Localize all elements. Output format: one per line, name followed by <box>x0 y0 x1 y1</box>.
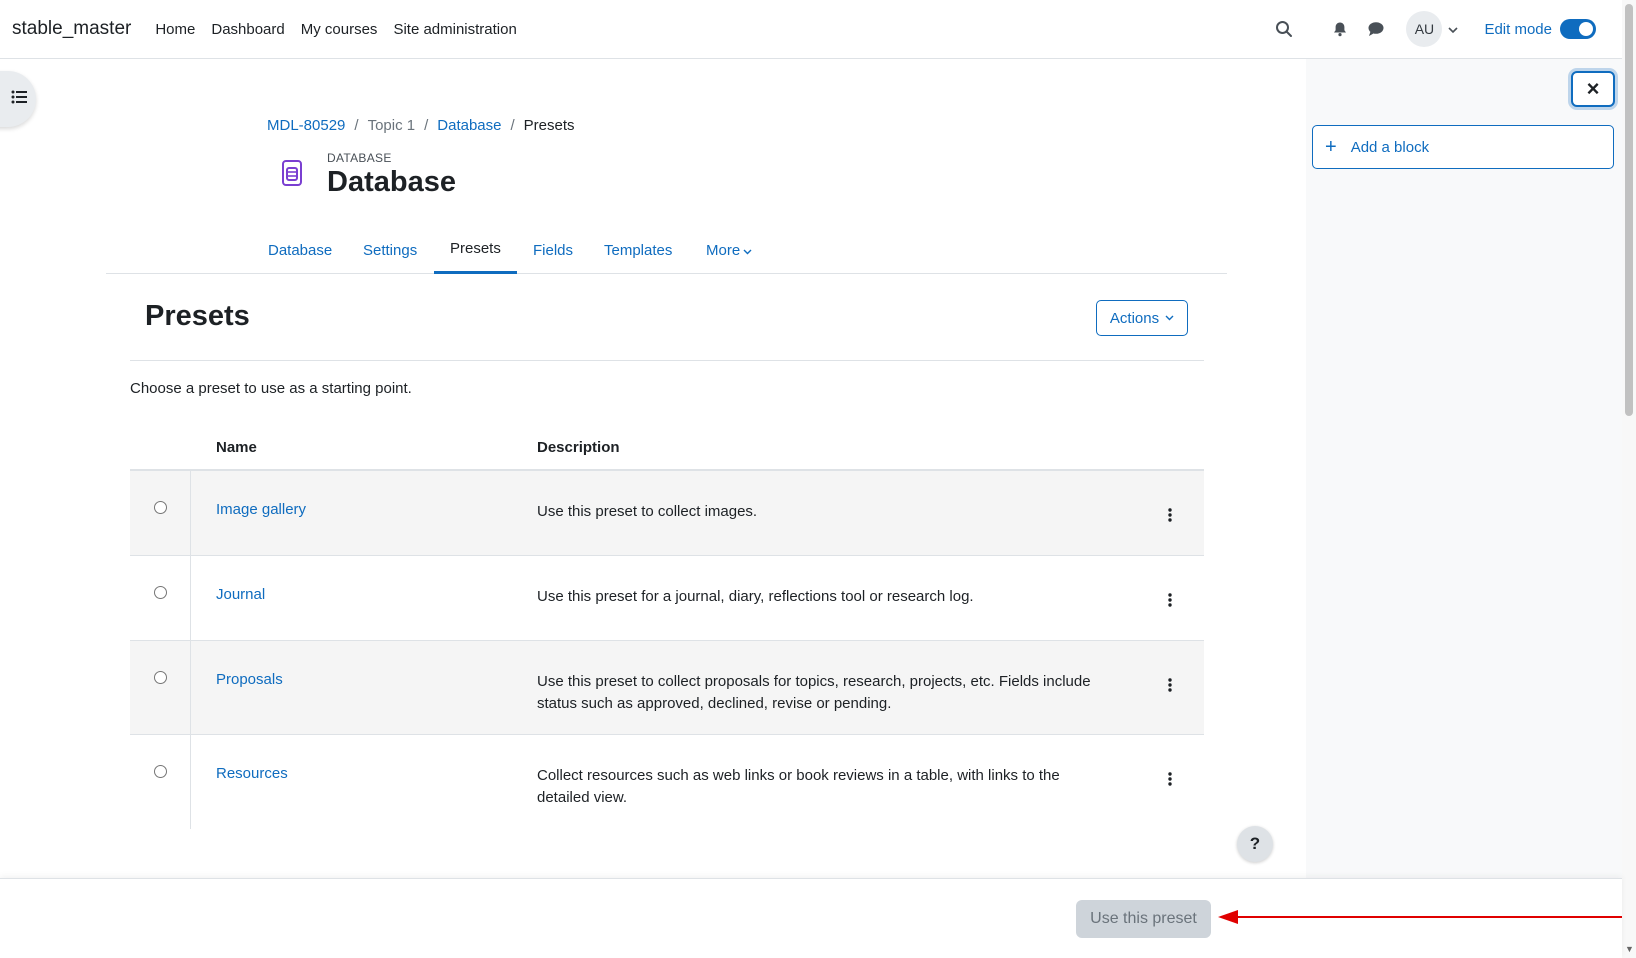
preset-description: Use this preset to collect images. <box>537 503 758 520</box>
tab-settings[interactable]: Settings <box>347 226 433 274</box>
kebab-icon[interactable] <box>1158 673 1182 697</box>
intro-text: Choose a preset to use as a starting poi… <box>130 380 412 397</box>
scroll-down-arrow-icon[interactable]: ▼ <box>1625 944 1634 954</box>
column-header-name: Name <box>216 439 257 456</box>
preset-radio[interactable] <box>154 586 167 599</box>
breadcrumb: MDL-80529 / Topic 1 / Database / Presets <box>267 117 575 134</box>
breadcrumb-section: Topic 1 <box>367 117 416 134</box>
table-row: Proposals Use this preset to collect pro… <box>130 641 1204 735</box>
preset-radio[interactable] <box>154 765 167 778</box>
tab-templates[interactable]: Templates <box>588 226 688 274</box>
table-row: Image gallery Use this preset to collect… <box>130 471 1204 556</box>
site-brand[interactable]: stable_master <box>12 18 131 40</box>
breadcrumb-separator: / <box>424 117 429 134</box>
breadcrumb-course[interactable]: MDL-80529 <box>267 117 345 134</box>
annotation-arrow-icon <box>1218 910 1622 924</box>
scrollbar-thumb[interactable] <box>1625 4 1633 416</box>
page-scrollbar[interactable]: ▼ <box>1622 0 1636 958</box>
close-block-drawer-button[interactable]: × <box>1571 71 1615 107</box>
tab-more-label: More <box>706 241 741 259</box>
radio-cell <box>130 471 191 555</box>
tab-more[interactable]: More <box>690 226 768 274</box>
top-navbar: stable_master Home Dashboard My courses … <box>0 0 1622 59</box>
breadcrumb-current: Presets <box>523 117 575 134</box>
preset-description: Use this preset to collect proposals for… <box>537 673 1091 712</box>
nav-item-dashboard[interactable]: Dashboard <box>211 21 284 38</box>
chevron-down-icon[interactable] <box>1448 21 1459 38</box>
preset-radio[interactable] <box>154 671 167 684</box>
kebab-icon[interactable] <box>1158 588 1182 612</box>
actions-label: Actions <box>1109 309 1160 327</box>
tab-presets[interactable]: Presets <box>434 226 517 274</box>
sticky-footer: Use this preset <box>0 878 1622 958</box>
radio-cell <box>130 735 191 829</box>
breadcrumb-activity[interactable]: Database <box>437 117 501 134</box>
edit-mode-label: Edit mode <box>1484 20 1552 38</box>
table-row: Resources Collect resources such as web … <box>130 735 1204 829</box>
preset-radio[interactable] <box>154 501 167 514</box>
chevron-down-icon <box>1165 313 1174 324</box>
navbar-user-area: AU Edit mode <box>1266 0 1622 58</box>
avatar[interactable]: AU <box>1406 11 1443 47</box>
actions-dropdown-button[interactable]: Actions <box>1096 300 1188 336</box>
tab-database[interactable]: Database <box>252 226 348 274</box>
breadcrumb-separator: / <box>510 117 515 134</box>
plus-icon: + <box>1325 136 1337 158</box>
chevron-down-icon <box>743 242 752 259</box>
preset-name-link[interactable]: Resources <box>216 765 288 782</box>
kebab-icon[interactable] <box>1158 503 1182 527</box>
use-this-preset-button[interactable]: Use this preset <box>1076 900 1211 938</box>
add-block-button[interactable]: + Add a block <box>1312 125 1614 169</box>
primary-navigation: Home Dashboard My courses Site administr… <box>155 21 533 38</box>
preset-name-link[interactable]: Journal <box>216 586 265 603</box>
activity-type-label: DATABASE <box>327 151 392 165</box>
column-header-description: Description <box>537 439 620 456</box>
edit-mode-toggle[interactable] <box>1560 19 1596 39</box>
help-button[interactable]: ? <box>1237 826 1273 862</box>
page-title: Database <box>327 166 456 198</box>
divider <box>130 360 1204 361</box>
nav-item-my-courses[interactable]: My courses <box>301 21 378 38</box>
close-icon: × <box>1586 76 1600 101</box>
search-icon[interactable] <box>1270 15 1298 43</box>
kebab-icon[interactable] <box>1158 767 1182 791</box>
chat-icon[interactable] <box>1362 15 1390 43</box>
list-icon <box>11 90 27 108</box>
table-row: Journal Use this preset for a journal, d… <box>130 556 1204 641</box>
nav-item-home[interactable]: Home <box>155 21 195 38</box>
preset-description: Collect resources such as web links or b… <box>537 767 1060 806</box>
radio-cell <box>130 641 191 734</box>
database-activity-icon <box>276 158 308 190</box>
edit-mode-switch[interactable]: Edit mode <box>1484 19 1596 39</box>
block-drawer: × + Add a block <box>1306 59 1622 879</box>
bell-icon[interactable] <box>1326 15 1354 43</box>
table-header: Name Description <box>130 425 1204 471</box>
section-title: Presets <box>145 300 250 332</box>
preset-description: Use this preset for a journal, diary, re… <box>537 588 974 605</box>
secondary-navigation: Database Settings Presets Fields Templat… <box>106 226 1227 274</box>
presets-table: Name Description Image gallery Use this … <box>130 425 1204 829</box>
radio-cell <box>130 556 191 640</box>
preset-name-link[interactable]: Proposals <box>216 671 283 688</box>
nav-item-site-administration[interactable]: Site administration <box>393 21 516 38</box>
course-index-toggle[interactable] <box>0 71 36 127</box>
preset-name-link[interactable]: Image gallery <box>216 501 306 518</box>
add-block-label: Add a block <box>1350 138 1430 156</box>
tab-fields[interactable]: Fields <box>517 226 589 274</box>
breadcrumb-separator: / <box>354 117 359 134</box>
